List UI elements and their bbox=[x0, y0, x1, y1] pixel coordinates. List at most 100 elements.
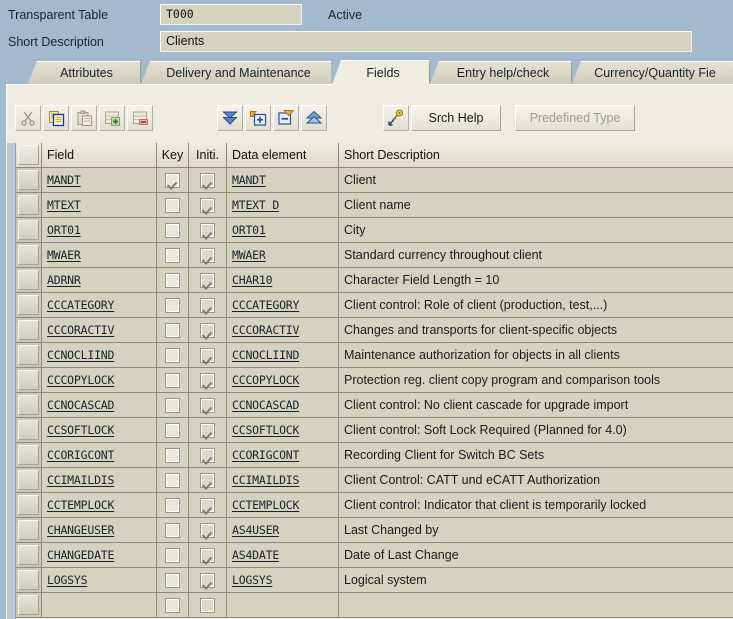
cell-key[interactable] bbox=[157, 468, 189, 493]
table-row[interactable]: CCNOCASCAD CCNOCASCAD Client control: No c… bbox=[16, 393, 733, 418]
insert-field-icon[interactable] bbox=[245, 105, 271, 131]
key-checkbox[interactable] bbox=[165, 322, 180, 338]
short-description-input[interactable]: Clients bbox=[160, 31, 692, 52]
key-checkbox[interactable] bbox=[165, 172, 180, 188]
row-selector-cell[interactable] bbox=[16, 568, 42, 593]
row-selector-cell[interactable] bbox=[16, 193, 42, 218]
cell-short-description[interactable]: Client control: Indicator that client is… bbox=[339, 493, 733, 518]
cell-field[interactable]: CCORIGCONT bbox=[42, 443, 157, 468]
cell-initial[interactable] bbox=[189, 193, 227, 218]
row-select-button[interactable] bbox=[18, 570, 39, 590]
row-select-button[interactable] bbox=[18, 195, 39, 215]
column-header-short-description[interactable]: Short Description bbox=[339, 143, 733, 168]
row-select-button[interactable] bbox=[18, 220, 39, 240]
predefined-type-button[interactable]: Predefined Type bbox=[515, 105, 635, 131]
delete-field-icon[interactable] bbox=[273, 105, 299, 131]
cell-data-element[interactable]: LOGSYS bbox=[227, 568, 339, 593]
cell-initial[interactable] bbox=[189, 568, 227, 593]
column-header-key[interactable]: Key bbox=[157, 143, 189, 168]
cell-field[interactable]: CCCOPYLOCK bbox=[42, 368, 157, 393]
key-checkbox[interactable] bbox=[165, 522, 180, 538]
row-selector-cell[interactable] bbox=[16, 543, 42, 568]
table-row[interactable]: CCSOFTLOCK CCSOFTLOCK Client control: Soft… bbox=[16, 418, 733, 443]
select-all-cell[interactable] bbox=[16, 143, 42, 168]
cell-initial[interactable] bbox=[189, 593, 227, 618]
cell-data-element[interactable]: CCNOCASCAD bbox=[227, 393, 339, 418]
cell-short-description[interactable]: Recording Client for Switch BC Sets bbox=[339, 443, 733, 468]
paste-icon[interactable] bbox=[71, 105, 97, 131]
cell-initial[interactable] bbox=[189, 493, 227, 518]
cell-initial[interactable] bbox=[189, 468, 227, 493]
cell-field[interactable]: CHANGEDATE bbox=[42, 543, 157, 568]
row-select-button[interactable] bbox=[18, 170, 39, 190]
row-selector-cell[interactable] bbox=[16, 218, 42, 243]
table-row[interactable]: MANDT MANDT Client bbox=[16, 168, 733, 193]
table-row[interactable]: MWAER MWAER Standard currency throughout c… bbox=[16, 243, 733, 268]
cell-key[interactable] bbox=[157, 393, 189, 418]
tab-currency-quantity-fields[interactable]: Currency/Quantity Fie bbox=[572, 61, 733, 84]
table-row-empty[interactable] bbox=[16, 593, 733, 618]
row-selector-cell[interactable] bbox=[16, 393, 42, 418]
table-row[interactable]: ADRNR CHAR10 Character Field Length = 10 bbox=[16, 268, 733, 293]
table-row[interactable]: CCTEMPLOCK CCTEMPLOCK Client control: Indi… bbox=[16, 493, 733, 518]
cell-field[interactable]: CCTEMPLOCK bbox=[42, 493, 157, 518]
delete-row-icon[interactable] bbox=[127, 105, 153, 131]
table-row[interactable]: CCCATEGORY CCCATEGORY Client control: Role… bbox=[16, 293, 733, 318]
table-row[interactable]: LOGSYS LOGSYS Logical system bbox=[16, 568, 733, 593]
cell-short-description[interactable]: Standard currency throughout client bbox=[339, 243, 733, 268]
cell-initial[interactable] bbox=[189, 293, 227, 318]
row-select-button[interactable] bbox=[18, 245, 39, 265]
cell-data-element[interactable]: MANDT bbox=[227, 168, 339, 193]
row-selector-cell[interactable] bbox=[16, 443, 42, 468]
cell-key[interactable] bbox=[157, 593, 189, 618]
select-all-button[interactable] bbox=[18, 145, 39, 165]
cell-data-element[interactable]: CCNOCLIIND bbox=[227, 343, 339, 368]
table-row[interactable]: CCORIGCONT CCORIGCONT Recording Client for… bbox=[16, 443, 733, 468]
row-select-button[interactable] bbox=[18, 420, 39, 440]
tab-entry-help-check[interactable]: Entry help/check bbox=[430, 61, 571, 84]
row-select-button[interactable] bbox=[18, 370, 39, 390]
cell-data-element[interactable]: CCIMAILDIS bbox=[227, 468, 339, 493]
insert-row-icon[interactable] bbox=[99, 105, 125, 131]
cell-key[interactable] bbox=[157, 493, 189, 518]
row-select-button[interactable] bbox=[18, 495, 39, 515]
cell-initial[interactable] bbox=[189, 443, 227, 468]
row-select-button[interactable] bbox=[18, 520, 39, 540]
cell-short-description[interactable]: Client control: No client cascade for up… bbox=[339, 393, 733, 418]
row-select-button[interactable] bbox=[18, 545, 39, 565]
cell-short-description[interactable]: Maintenance authorization for objects in… bbox=[339, 343, 733, 368]
cell-key[interactable] bbox=[157, 343, 189, 368]
cell-initial[interactable] bbox=[189, 318, 227, 343]
initial-checkbox[interactable] bbox=[200, 522, 215, 538]
table-name-input[interactable]: T000 bbox=[160, 4, 302, 25]
cell-field[interactable]: MTEXT bbox=[42, 193, 157, 218]
row-select-button[interactable] bbox=[18, 270, 39, 290]
row-selector-cell[interactable] bbox=[16, 318, 42, 343]
cell-field[interactable]: ORT01 bbox=[42, 218, 157, 243]
cell-data-element[interactable]: CCCATEGORY bbox=[227, 293, 339, 318]
key-checkbox[interactable] bbox=[165, 572, 180, 588]
column-header-initial[interactable]: Initi. bbox=[189, 143, 227, 168]
cell-short-description[interactable]: City bbox=[339, 218, 733, 243]
column-header-field[interactable]: Field bbox=[42, 143, 157, 168]
initial-checkbox[interactable] bbox=[200, 297, 215, 313]
initial-checkbox[interactable] bbox=[200, 172, 215, 188]
cell-field[interactable]: CCCORACTIV bbox=[42, 318, 157, 343]
initial-checkbox[interactable] bbox=[200, 547, 215, 563]
cell-short-description[interactable]: Last Changed by bbox=[339, 518, 733, 543]
row-selector-cell[interactable] bbox=[16, 268, 42, 293]
key-checkbox[interactable] bbox=[165, 397, 180, 413]
table-row[interactable]: CCCOPYLOCK CCCOPYLOCK Protection reg. clie… bbox=[16, 368, 733, 393]
row-selector-cell[interactable] bbox=[16, 293, 42, 318]
table-row[interactable]: CCIMAILDIS CCIMAILDIS Client Control: CATT… bbox=[16, 468, 733, 493]
row-selector-cell[interactable] bbox=[16, 343, 42, 368]
key-checkbox[interactable] bbox=[165, 197, 180, 213]
cell-data-element[interactable]: MTEXT_D bbox=[227, 193, 339, 218]
initial-checkbox[interactable] bbox=[200, 472, 215, 488]
cell-field[interactable]: LOGSYS bbox=[42, 568, 157, 593]
table-row[interactable]: CCNOCLIIND CCNOCLIIND Maintenance authoriz… bbox=[16, 343, 733, 368]
cell-field[interactable]: CCCATEGORY bbox=[42, 293, 157, 318]
row-select-button[interactable] bbox=[18, 295, 39, 315]
initial-checkbox[interactable] bbox=[200, 347, 215, 363]
row-select-button[interactable] bbox=[18, 395, 39, 415]
